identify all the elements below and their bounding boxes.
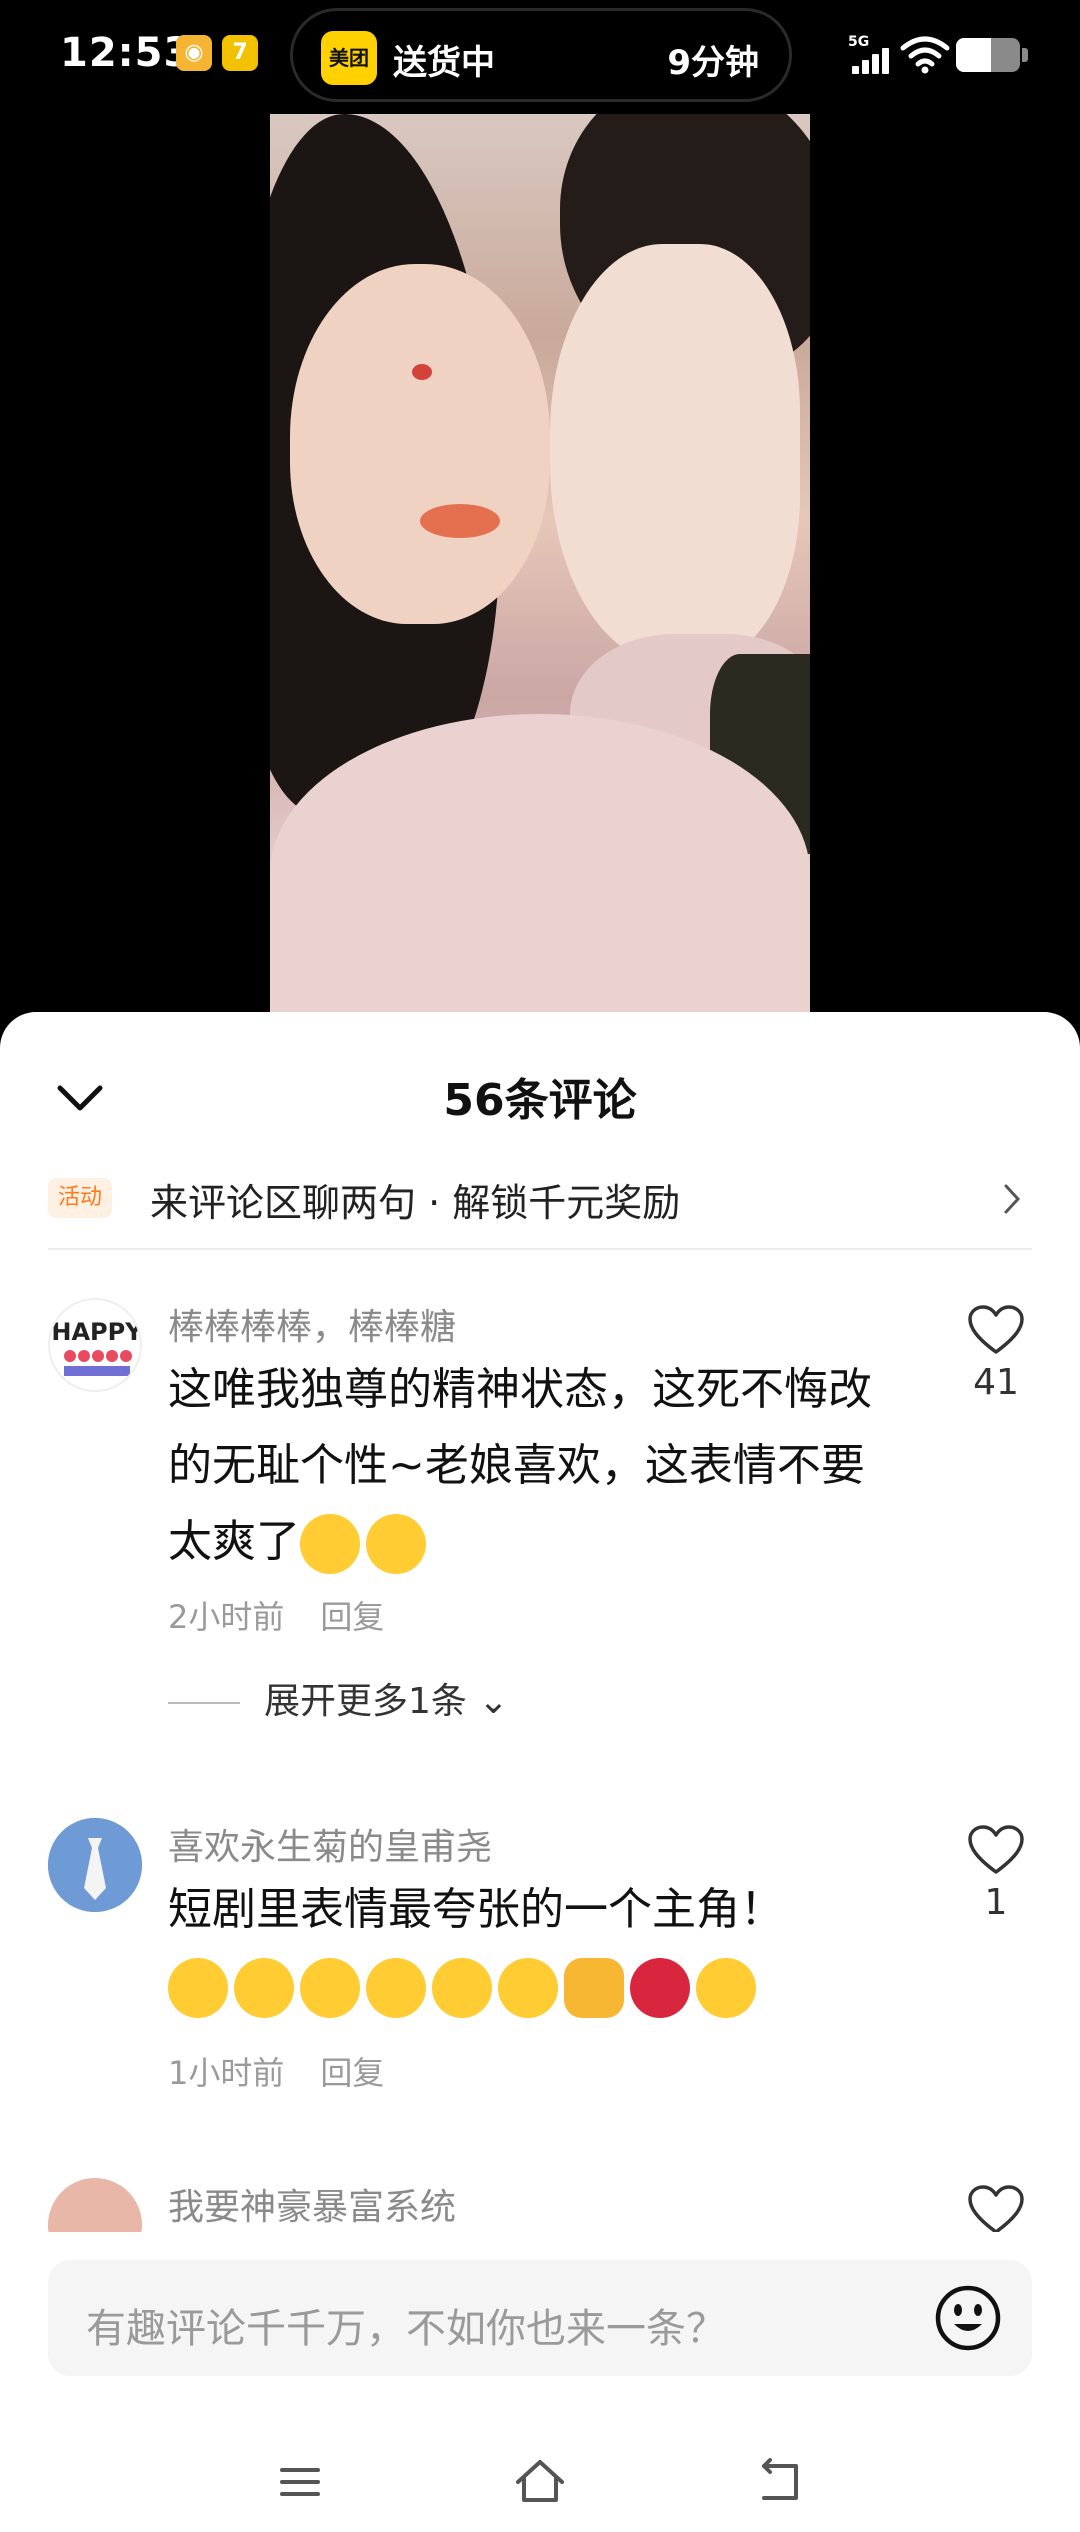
- crying-emoji: [366, 1958, 426, 2018]
- delivery-eta: 9分钟: [667, 43, 759, 83]
- avatar[interactable]: [48, 1818, 142, 1912]
- video-frame-detail: [412, 364, 432, 380]
- svg-text:HAPPY: HAPPY: [51, 1318, 142, 1346]
- promo-text: 来评论区聊两句 · 解锁千元奖励: [150, 1181, 681, 1225]
- heart-icon: [968, 1305, 1024, 1354]
- video-frame-detail: [420, 504, 500, 538]
- heart-eyes-emoji: [696, 1958, 756, 2018]
- back-icon[interactable]: [750, 2452, 810, 2512]
- like-count: 41: [973, 1362, 1019, 1403]
- reply-button[interactable]: 回复: [320, 2054, 384, 2092]
- comment-text: 这唯我独尊的精神状态，这死不悔改的无耻个性~老娘喜欢，这表情不要太爽了: [168, 1352, 908, 1580]
- crying-emoji: [300, 1958, 360, 2018]
- comment-body: 这唯我独尊的精神状态，这死不悔改的无耻个性~老娘喜欢，这表情不要太爽了: [168, 1364, 872, 1567]
- heart-icon: [968, 2185, 1024, 2232]
- dynamic-island-delivery[interactable]: 美团 送货中 9分钟: [290, 8, 792, 102]
- tears-of-joy-emoji: [498, 1958, 558, 2018]
- chevron-down-icon: ⌄: [478, 1681, 509, 1722]
- promo-banner[interactable]: 活动 来评论区聊两句 · 解锁千元奖励: [48, 1152, 1032, 1252]
- divider: [48, 1248, 1032, 1250]
- wifi-icon: [900, 36, 950, 74]
- notification-app-icon: 7: [222, 35, 258, 71]
- expand-label: 展开更多1条: [264, 1681, 467, 1722]
- home-icon[interactable]: [510, 2452, 570, 2512]
- video-player[interactable]: [270, 114, 810, 1014]
- comment-username[interactable]: 喜欢永生菊的皇甫尧: [168, 1818, 492, 1870]
- reply-button[interactable]: 回复: [320, 1598, 384, 1636]
- status-time: 12:53: [60, 30, 193, 76]
- chevron-right-icon: [1004, 1184, 1021, 1214]
- like-button[interactable]: 41: [966, 1304, 1026, 1403]
- crying-emoji: [234, 1958, 294, 2018]
- status-bar: 12:53 ◉ 7 美团 送货中 9分钟 5G: [0, 0, 1080, 110]
- activity-badge: 活动: [48, 1178, 113, 1218]
- comments-title: 56条评论: [443, 1075, 637, 1126]
- battery-icon: [956, 38, 1020, 72]
- comment-meta: 1小时前 回复: [168, 2048, 384, 2094]
- comment-text: 短剧里表情最夸张的一个主角！: [168, 1872, 908, 2024]
- comment-time: 2小时前: [168, 1598, 285, 1636]
- rose-emoji: [630, 1958, 690, 2018]
- heart-eyes-emoji: [366, 1514, 426, 1574]
- battery-tip: [1022, 48, 1028, 62]
- signal-icon: [852, 48, 892, 74]
- comment-input[interactable]: 有趣评论千千万，不如你也来一条？: [48, 2260, 1032, 2376]
- system-nav-bar: [0, 2412, 1080, 2532]
- comment-input-placeholder: 有趣评论千千万，不如你也来一条？: [86, 2306, 726, 2352]
- comment-username[interactable]: 棒棒棒棒，棒棒糖: [168, 1298, 456, 1350]
- avatar-happy-image: HAPPY: [51, 1318, 142, 1376]
- avatar[interactable]: HAPPY: [48, 1298, 142, 1392]
- avatar[interactable]: [48, 2178, 142, 2232]
- menu-icon[interactable]: [270, 2452, 330, 2512]
- comment-meta: 2小时前 回复: [168, 1592, 384, 1638]
- battery-level: [956, 38, 992, 72]
- comment-username[interactable]: 我要神豪暴富系统: [168, 2178, 456, 2230]
- expand-replies-button[interactable]: 展开更多1条 ⌄: [168, 1672, 509, 1724]
- video-frame-detail: [550, 244, 800, 664]
- comment-body: 短剧里表情最夸张的一个主角！: [168, 1884, 784, 1935]
- heart-icon: [968, 1825, 1024, 1874]
- like-count: 1: [984, 1882, 1008, 1923]
- like-button[interactable]: [966, 2184, 1026, 2232]
- meituan-logo: 美团: [321, 31, 377, 85]
- crying-emoji: [432, 1958, 492, 2018]
- comment-list[interactable]: HAPPY 棒棒棒棒，棒棒糖 这唯我独尊的精神状态，这死不悔改的无耻个性~老娘喜…: [0, 1252, 1080, 2232]
- notification-app-icon: ◉: [176, 35, 212, 71]
- avatar-tie-image: [48, 1818, 142, 1912]
- like-button[interactable]: 1: [966, 1824, 1026, 1923]
- clap-emoji: [564, 1958, 624, 2018]
- delivery-status: 送货中: [393, 43, 495, 83]
- comment-time: 1小时前: [168, 2054, 285, 2092]
- heart-eyes-emoji: [300, 1514, 360, 1574]
- comments-sheet: 56条评论 活动 来评论区聊两句 · 解锁千元奖励 HAPPY 棒棒棒棒，棒棒糖…: [0, 1012, 1080, 2532]
- emoji-picker-icon[interactable]: [934, 2284, 1002, 2352]
- crying-emoji: [168, 1958, 228, 2018]
- video-frame-detail: [290, 264, 550, 624]
- video-frame-detail: [270, 714, 810, 1014]
- expand-line: [168, 1702, 240, 1704]
